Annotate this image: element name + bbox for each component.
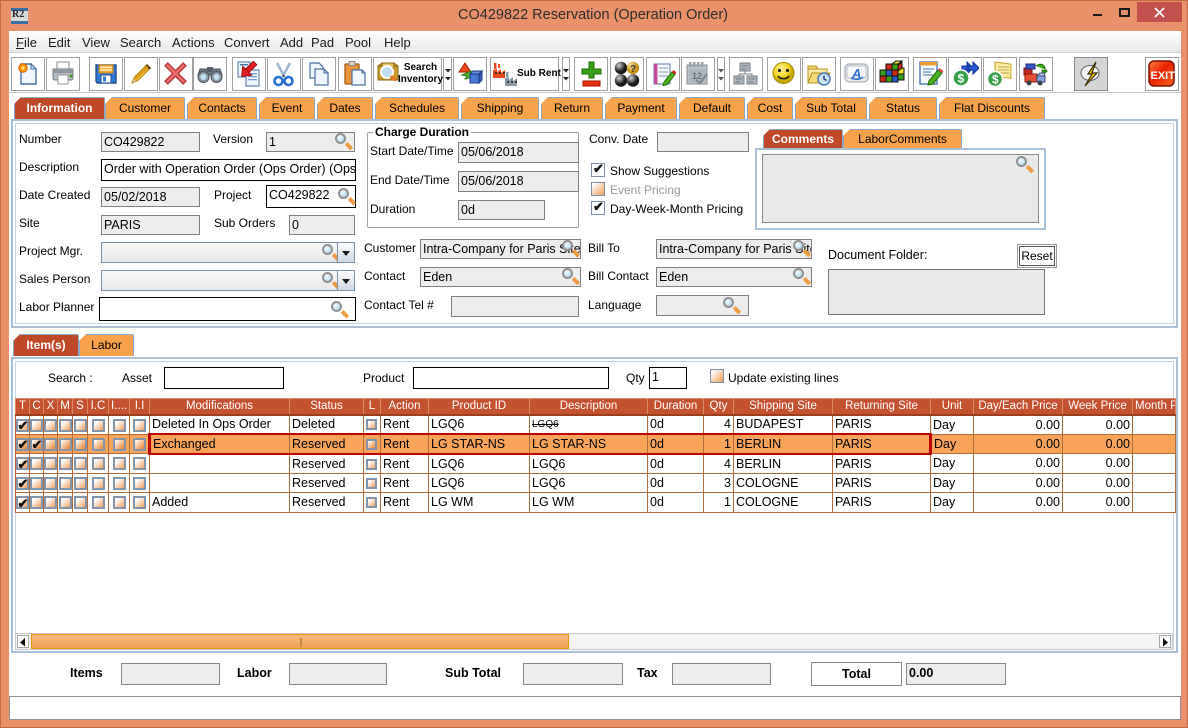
svg-text:?: ? (630, 64, 636, 75)
svg-text:$: $ (992, 73, 999, 87)
svg-text:$: $ (958, 72, 965, 86)
svg-text:EXIT: EXIT (1151, 70, 1176, 82)
